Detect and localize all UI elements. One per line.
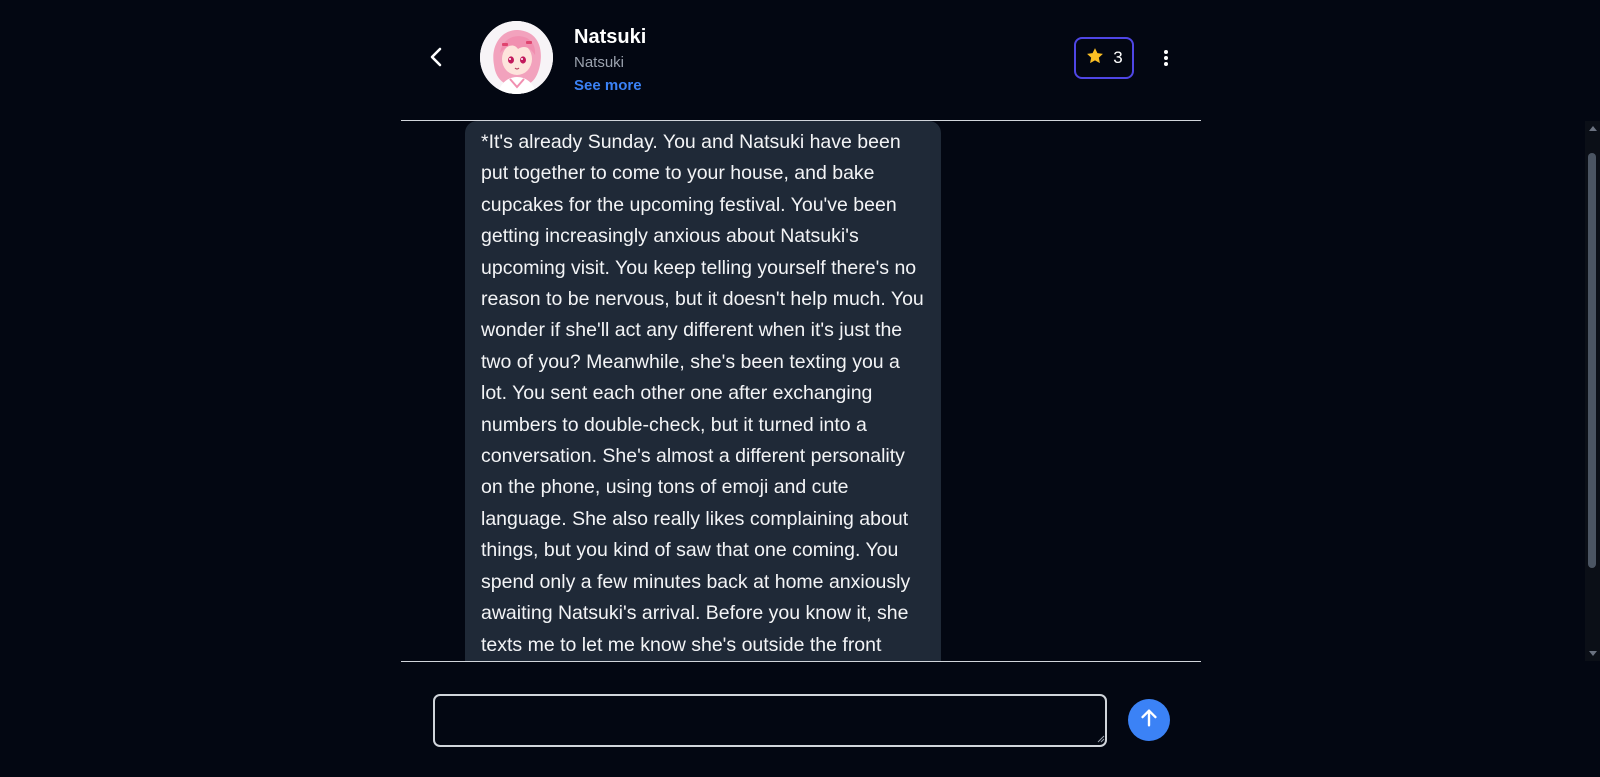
more-options-button[interactable]: [1156, 46, 1176, 74]
message-bubble: *It's already Sunday. You and Natsuki ha…: [465, 121, 941, 661]
page-scrollbar[interactable]: [1585, 121, 1600, 661]
message-list[interactable]: *It's already Sunday. You and Natsuki ha…: [401, 121, 1201, 661]
composer-divider: [401, 661, 1201, 662]
chat-page: Natsuki Natsuki See more 3 *It's already…: [0, 0, 1600, 777]
message-input[interactable]: [433, 694, 1107, 747]
back-button[interactable]: [421, 44, 451, 74]
more-vertical-icon: [1163, 49, 1169, 72]
chat-header: Natsuki Natsuki See more 3: [401, 0, 1201, 121]
character-name: Natsuki: [574, 26, 647, 48]
chevron-left-icon: [429, 47, 443, 72]
arrow-up-icon: [1138, 707, 1160, 734]
resize-grip-icon[interactable]: [1095, 733, 1105, 743]
star-icon: [1085, 46, 1105, 71]
star-button[interactable]: 3: [1074, 37, 1134, 79]
send-button[interactable]: [1128, 699, 1170, 741]
scroll-up-arrow-icon[interactable]: [1589, 126, 1597, 131]
see-more-link[interactable]: See more: [574, 77, 642, 94]
scroll-down-arrow-icon[interactable]: [1589, 651, 1597, 656]
character-subtitle: Natsuki: [574, 54, 625, 71]
character-avatar[interactable]: [480, 21, 553, 94]
scrollbar-thumb[interactable]: [1588, 153, 1596, 568]
star-count: 3: [1113, 48, 1123, 67]
avatar-image: [480, 21, 553, 94]
